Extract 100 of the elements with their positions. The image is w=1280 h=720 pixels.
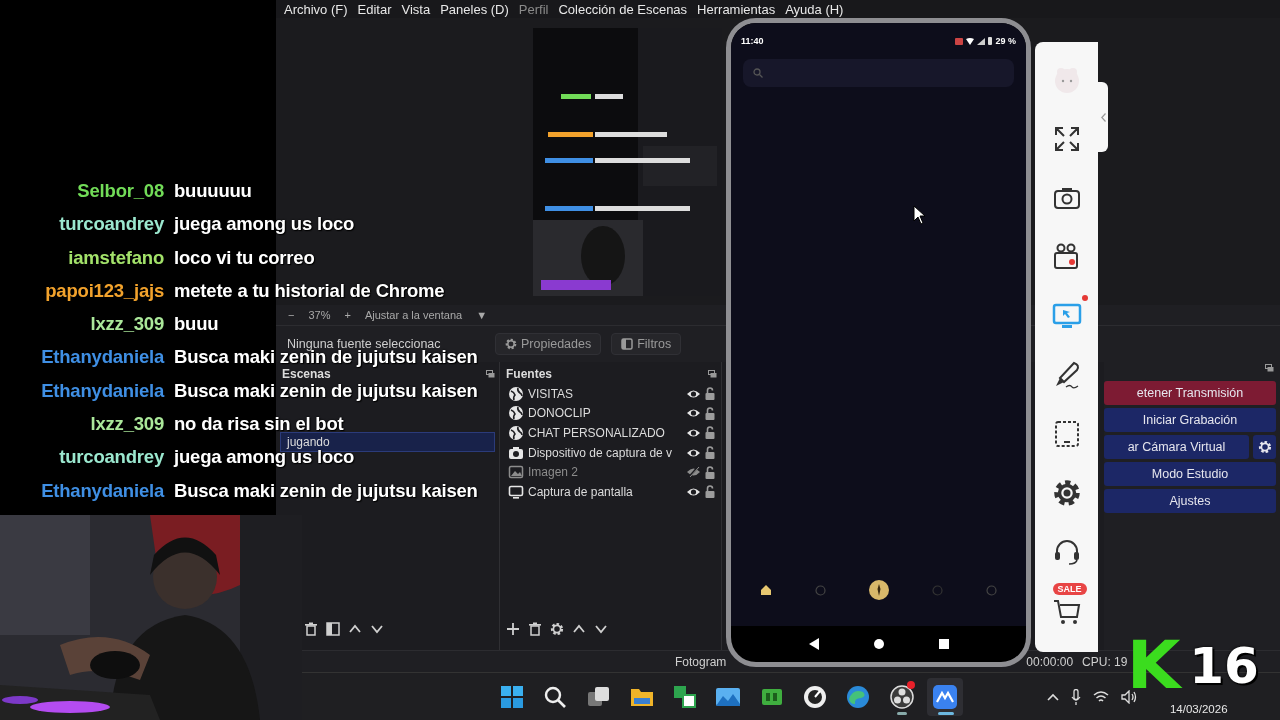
phone-clock: 11:40 — [741, 36, 764, 46]
signal-icon — [977, 37, 986, 45]
chat-username: Selbor_08 — [77, 181, 164, 201]
menu-item[interactable]: Ayuda (H) — [780, 1, 849, 17]
menu-item[interactable]: Paneles (D) — [435, 1, 514, 17]
globe-icon — [508, 385, 524, 402]
properties-button[interactable]: Propiedades — [495, 333, 602, 355]
source-name[interactable]: Imagen 2 — [528, 465, 682, 480]
notification-icon — [955, 37, 964, 45]
chat-username: turcoandrey — [59, 447, 164, 468]
chat-username: lxzz_309 — [90, 314, 164, 335]
image-icon — [508, 464, 524, 481]
mirror-app-icon — [931, 683, 958, 710]
collapse-tab[interactable] — [1098, 82, 1108, 152]
settings-button[interactable] — [1253, 435, 1276, 459]
chat-message: buuuuuu — [174, 181, 252, 201]
source-name[interactable]: CHAT PERSONALIZADO — [528, 426, 682, 440]
cursor-icon — [913, 205, 927, 225]
frames-label: Fotogram — [675, 654, 727, 669]
home-button-icon[interactable] — [873, 639, 884, 649]
source-name[interactable]: Captura de pantalla — [528, 484, 682, 499]
chat-message: buuu — [174, 314, 219, 335]
search-field[interactable] — [743, 59, 1014, 87]
fit-window-dropdown[interactable]: Ajustar a la ventana — [364, 309, 463, 321]
chat-username: Ethanydaniela — [41, 347, 164, 368]
back-icon[interactable] — [808, 638, 819, 650]
filters-button[interactable]: Filtros — [611, 333, 682, 355]
globe-icon — [508, 405, 524, 422]
taskbar-button[interactable] — [926, 677, 963, 716]
running-indicator — [896, 711, 907, 715]
gear-icon — [505, 338, 517, 350]
zoom-in-button[interactable]: + — [344, 309, 351, 321]
add-icon[interactable] — [506, 622, 520, 636]
recents-icon[interactable] — [938, 639, 949, 649]
wifi-icon[interactable] — [1092, 690, 1109, 703]
menu-item[interactable]: Vista — [396, 1, 436, 17]
filter-icon — [621, 338, 634, 350]
browser-icon — [845, 683, 872, 710]
chat-username: turcoandrey — [59, 214, 164, 235]
zoom-out-button[interactable]: − — [288, 309, 295, 321]
gauge-icon — [802, 683, 829, 710]
control-button[interactable]: Ajustes — [1104, 489, 1276, 513]
globe-icon — [508, 425, 524, 441]
microphone-icon[interactable] — [1070, 688, 1081, 705]
menu-item[interactable]: Editar — [352, 1, 397, 17]
lock-icon[interactable] — [705, 426, 715, 440]
dock-title: Escenas — [282, 367, 331, 381]
create-icon[interactable] — [867, 579, 890, 601]
lock-icon[interactable] — [705, 465, 715, 479]
lock-icon[interactable] — [705, 387, 715, 401]
hidden-eye-icon[interactable] — [686, 466, 701, 479]
control-button[interactable]: Iniciar Grabación — [1104, 408, 1276, 432]
search-icon — [753, 68, 763, 78]
eye-icon[interactable] — [686, 407, 701, 420]
notebook-icon — [672, 683, 699, 710]
running-indicator — [937, 711, 954, 715]
sale-badge: SALE — [1052, 583, 1087, 595]
chat-username: Ethanydaniela — [41, 380, 164, 401]
chat-username: papoi123_jajs — [45, 280, 164, 301]
menu-item[interactable]: Archivo (F) — [279, 1, 353, 17]
monitor-icon[interactable] — [1051, 301, 1082, 331]
menu-item[interactable]: Herramientas — [692, 1, 781, 17]
source-name[interactable]: Dispositivo de captura de v — [528, 445, 682, 460]
control-button[interactable]: etener Transmisión — [1104, 381, 1276, 405]
cpu-usage: CPU: 19 — [1082, 654, 1128, 669]
undock-icon — [486, 370, 495, 378]
scene-filter-icon[interactable] — [326, 622, 340, 636]
trash-icon[interactable] — [528, 622, 542, 636]
chat-message: juega among us loco — [174, 214, 355, 235]
chat-username: lxzz_309 — [90, 414, 164, 435]
lock-icon[interactable] — [705, 446, 715, 460]
chevron-up-icon[interactable] — [1046, 692, 1059, 701]
source-name[interactable]: DONOCLIP — [528, 406, 682, 421]
chevron-left-icon — [1100, 112, 1106, 122]
lock-icon[interactable] — [705, 485, 715, 499]
menu-item[interactable]: Colección de Escenas — [553, 1, 693, 17]
eye-icon[interactable] — [686, 427, 701, 439]
control-button[interactable]: ar Cámara Virtual — [1104, 435, 1249, 459]
obs-icon — [888, 683, 915, 710]
undock-icon — [708, 370, 717, 378]
wifi-icon — [966, 37, 975, 45]
undock-icon — [1265, 364, 1274, 372]
speaker-icon[interactable] — [1120, 689, 1137, 704]
trash-icon[interactable] — [304, 622, 318, 636]
gear-icon[interactable] — [550, 622, 564, 636]
monitor-icon — [508, 483, 524, 500]
gear-icon — [1257, 440, 1272, 454]
camera-icon — [508, 444, 524, 461]
source-name[interactable]: VISITAS — [528, 386, 682, 401]
chat-username: Ethanydaniela — [41, 480, 164, 501]
home-icon[interactable] — [760, 584, 773, 596]
dropdown-caret[interactable]: ▼ — [476, 309, 488, 321]
logo: K — [1126, 636, 1181, 696]
battery-percent: 29 % — [995, 36, 1016, 46]
settings-icon[interactable] — [1051, 478, 1082, 508]
control-button[interactable]: Modo Estudio — [1104, 462, 1276, 486]
chat-message: metete a tu historial de Chrome — [174, 280, 445, 301]
dock-title: Fuentes — [506, 367, 552, 381]
lock-icon[interactable] — [705, 406, 715, 420]
start-icon — [499, 683, 525, 710]
